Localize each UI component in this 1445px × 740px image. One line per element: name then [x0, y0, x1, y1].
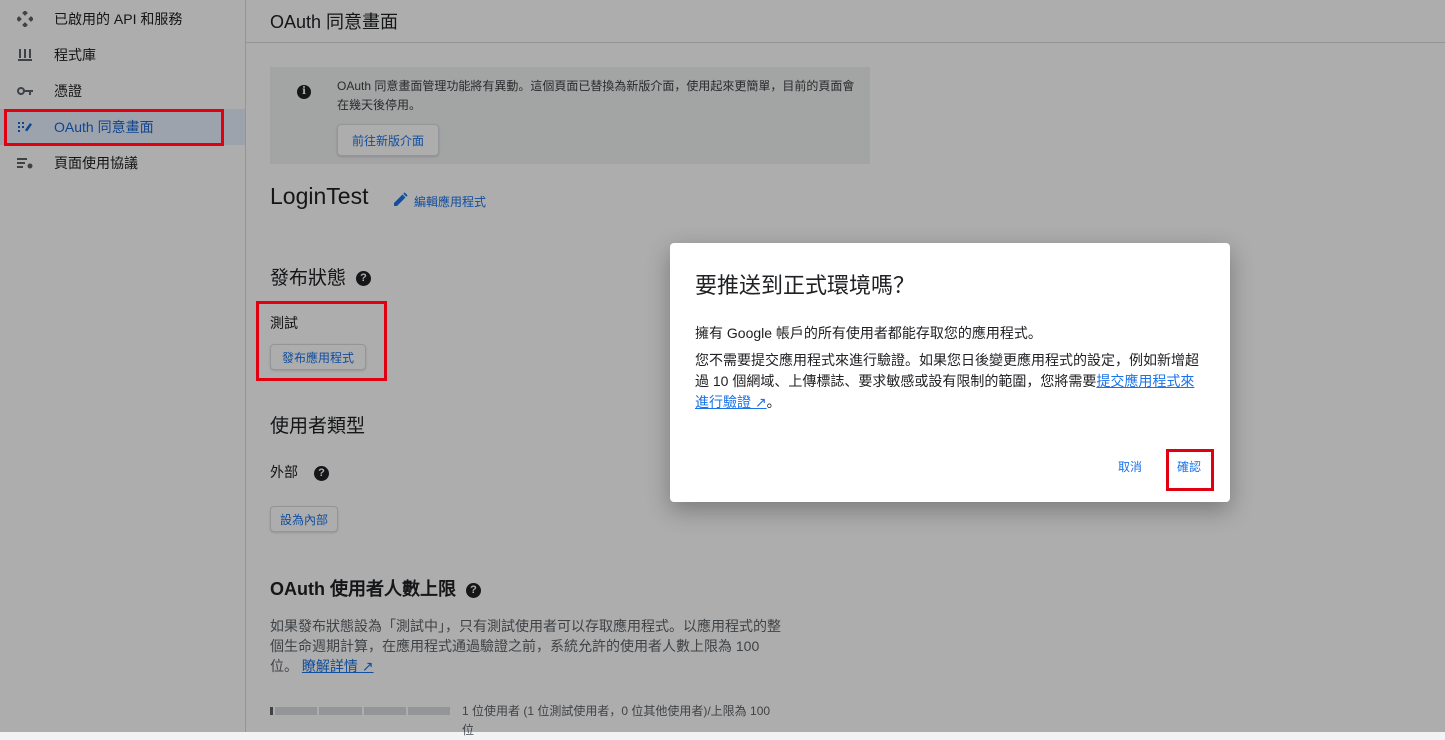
- dialog-paragraph-2-end: 。: [766, 394, 781, 410]
- push-to-production-dialog: 要推送到正式環境嗎？ 擁有 Google 帳戶的所有使用者都能存取您的應用程式。…: [670, 243, 1230, 502]
- cancel-button[interactable]: 取消: [1118, 458, 1142, 475]
- highlight-box-publish: [256, 301, 387, 381]
- external-link-icon: ↗: [754, 394, 767, 410]
- dialog-title: 要推送到正式環境嗎？: [695, 273, 916, 298]
- dialog-paragraph-2: 您不需要提交應用程式來進行驗證。如果您日後變更應用程式的設定，例如新增超過 10…: [695, 350, 1205, 413]
- highlight-box-confirm: [1166, 449, 1214, 491]
- dialog-paragraph-1: 擁有 Google 帳戶的所有使用者都能存取您的應用程式。: [695, 325, 1042, 341]
- highlight-box-sidebar: [4, 109, 224, 146]
